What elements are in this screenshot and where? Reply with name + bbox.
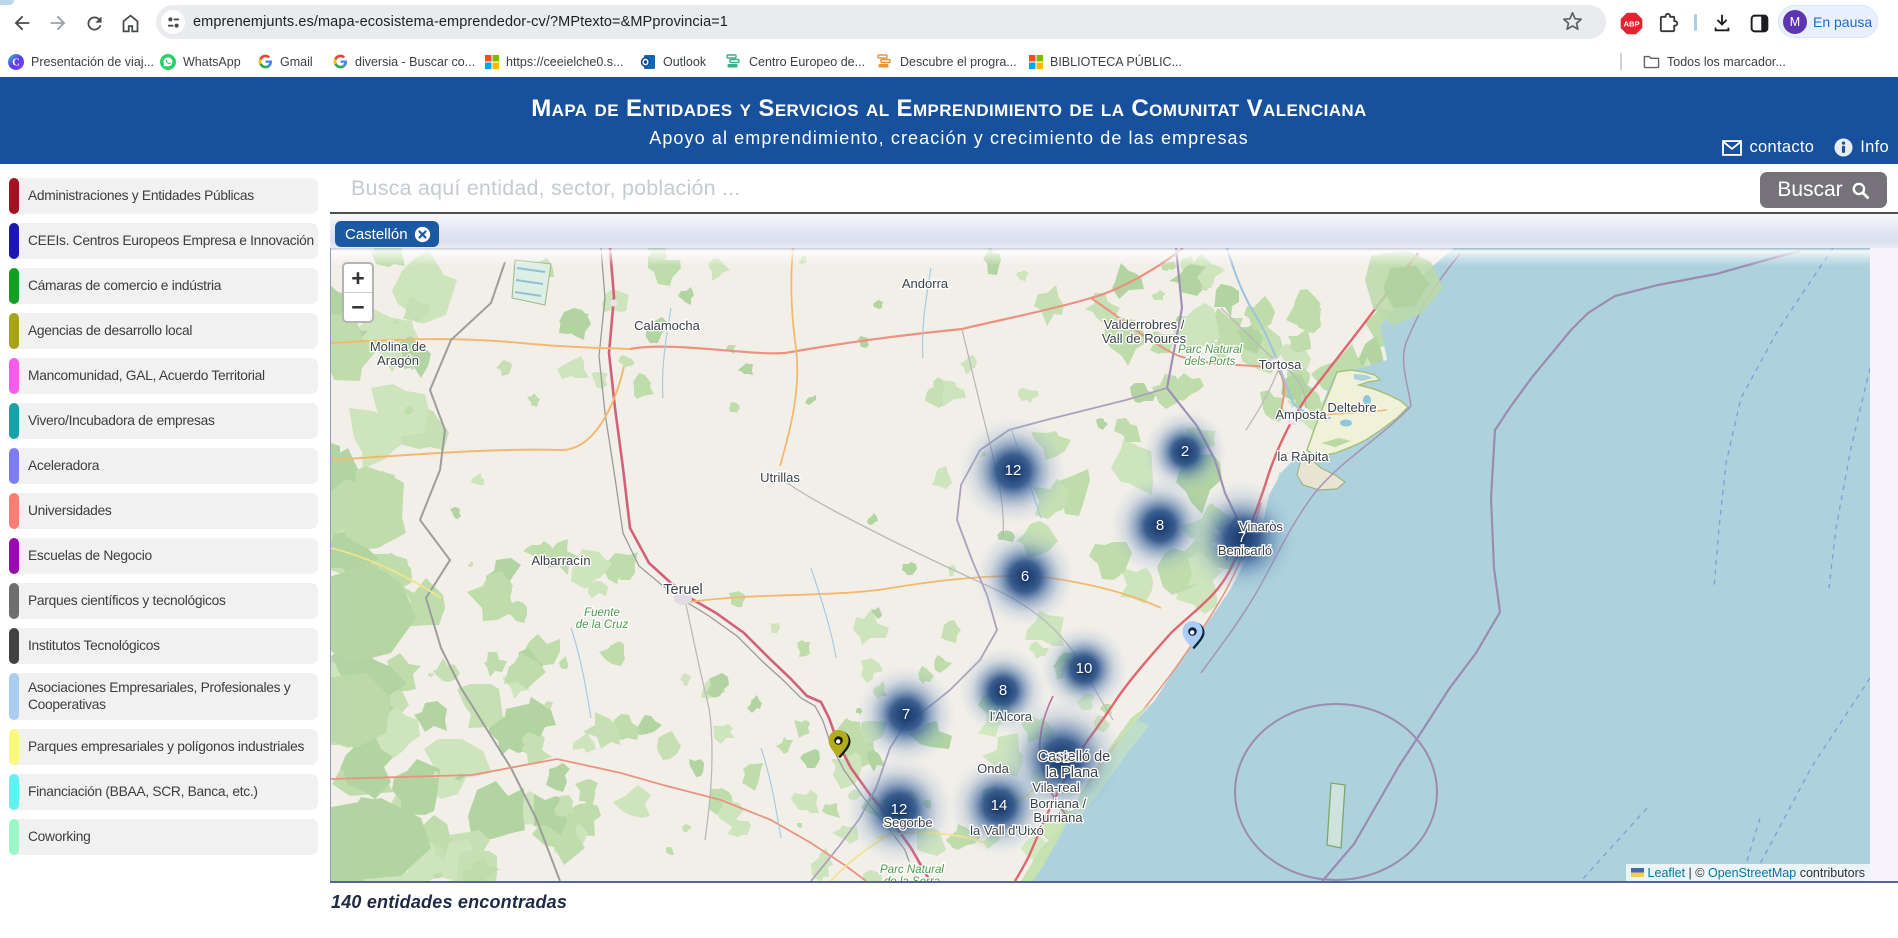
svg-text:Vall de Roures: Vall de Roures <box>1102 331 1187 346</box>
svg-text:Albarracín: Albarracín <box>531 553 590 568</box>
svg-text:Andorra: Andorra <box>902 276 949 291</box>
svg-text:Deltebre: Deltebre <box>1327 400 1376 415</box>
svg-text:Onda: Onda <box>977 761 1010 776</box>
svg-text:Aragón: Aragón <box>377 353 419 368</box>
svg-text:la Ràpita: la Ràpita <box>1277 449 1329 464</box>
svg-text:Molina de: Molina de <box>370 339 426 354</box>
svg-text:Utrillas: Utrillas <box>760 470 800 485</box>
svg-text:l'Alcora: l'Alcora <box>990 709 1033 724</box>
svg-text:dels Ports: dels Ports <box>1184 356 1235 368</box>
svg-text:ABP: ABP <box>1623 19 1639 28</box>
svg-text:de la Cruz: de la Cruz <box>576 619 629 631</box>
svg-text:Parc Natural: Parc Natural <box>880 864 944 876</box>
svg-text:Teruel: Teruel <box>663 582 703 598</box>
svg-text:Tortosa: Tortosa <box>1259 357 1302 372</box>
svg-text:Fuente: Fuente <box>584 607 620 619</box>
svg-text:la Plana: la Plana <box>1046 765 1099 781</box>
svg-text:Vila-real: Vila-real <box>1032 780 1080 795</box>
svg-text:Borriana /: Borriana / <box>1030 796 1087 811</box>
svg-text:C: C <box>12 57 20 68</box>
svg-text:la Vall d'Uixó: la Vall d'Uixó <box>970 823 1044 838</box>
svg-text:Parc Natural: Parc Natural <box>1178 344 1242 356</box>
svg-text:Amposta: Amposta <box>1275 407 1327 422</box>
svg-text:Valderrobres /: Valderrobres / <box>1104 317 1185 332</box>
svg-text:Calamocha: Calamocha <box>634 318 701 333</box>
